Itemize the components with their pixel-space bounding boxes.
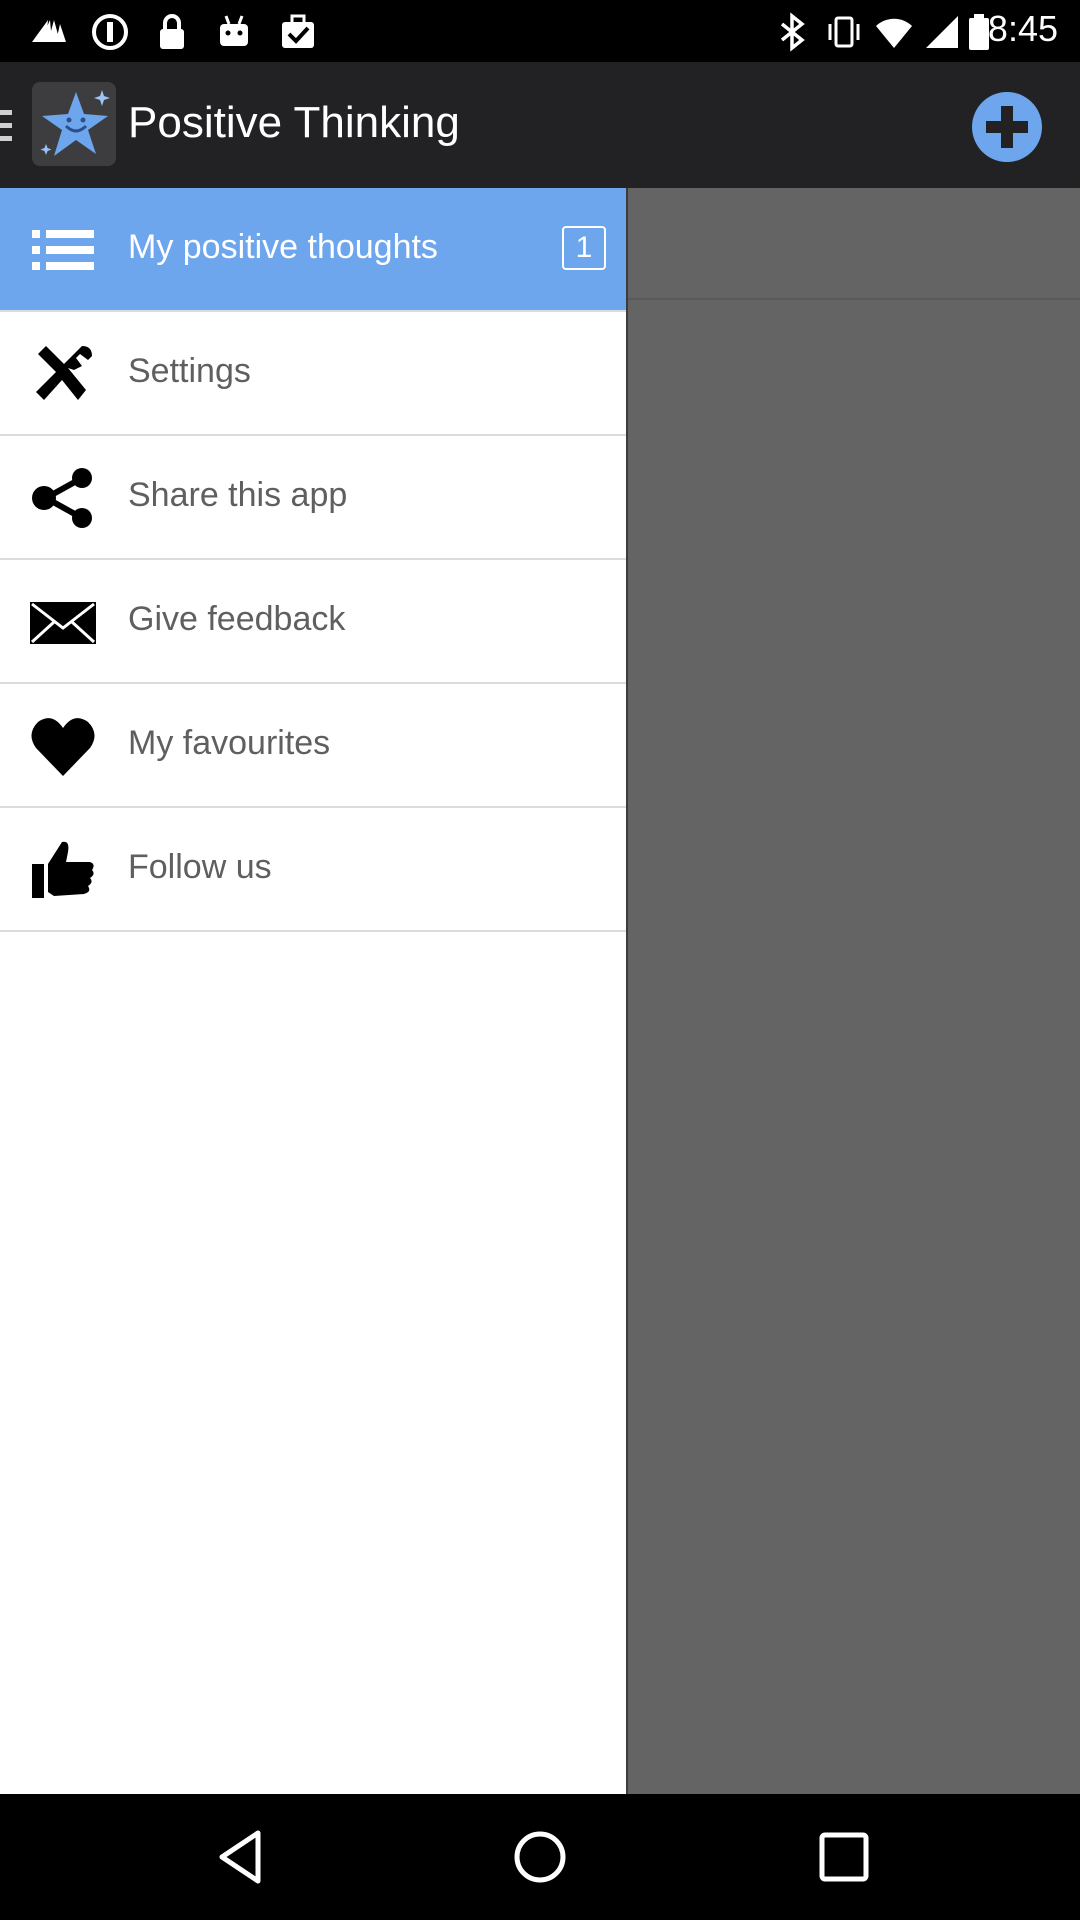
heart-icon (31, 718, 95, 776)
tools-icon (36, 346, 92, 400)
drawer-item-label: Give feedback (128, 600, 346, 638)
clock: 8:45 (987, 8, 1058, 49)
lock-icon (160, 14, 184, 49)
star-logo-icon (40, 90, 110, 156)
list-icon (32, 230, 94, 270)
thumbs-up-icon (32, 841, 94, 898)
app-title: Positive Thinking (128, 98, 460, 147)
vibrate-icon (828, 16, 860, 48)
main-content-scrim[interactable] (628, 188, 1080, 1794)
status-bar: 8:45 (0, 0, 1080, 62)
add-thought-button[interactable] (972, 92, 1042, 162)
drawer-item-share-this-app[interactable]: Share this app (0, 436, 626, 560)
drawer-toggle-icon[interactable] (0, 106, 14, 146)
fan-icon (32, 20, 66, 42)
android-icon (220, 15, 248, 46)
briefcase-check-icon (282, 14, 314, 48)
drawer-item-label: Follow us (128, 848, 272, 886)
drawer-item-give-feedback[interactable]: Give feedback (0, 560, 626, 684)
recents-icon[interactable] (814, 1827, 874, 1887)
drawer-item-my-positive-thoughts[interactable]: My positive thoughts 1 (0, 188, 626, 312)
drawer-item-label: My positive thoughts (128, 228, 438, 266)
navigation-drawer: My positive thoughts 1 Settings Share th… (0, 188, 628, 1794)
share-icon (32, 468, 92, 528)
count-badge: 1 (562, 226, 606, 270)
envelope-icon (30, 602, 96, 644)
signal-icon (926, 16, 958, 48)
bluetooth-icon (780, 12, 805, 52)
divider (628, 298, 1080, 300)
plus-circle-icon (986, 106, 1028, 148)
back-icon[interactable] (210, 1827, 270, 1887)
drawer-item-settings[interactable]: Settings (0, 312, 626, 436)
action-bar: Positive Thinking (0, 62, 1080, 188)
drawer-item-follow-us[interactable]: Follow us (0, 808, 626, 932)
drawer-item-my-favourites[interactable]: My favourites (0, 684, 626, 808)
home-icon[interactable] (510, 1827, 570, 1887)
circle-stop-icon (92, 14, 128, 50)
wifi-icon (876, 18, 912, 48)
drawer-item-label: Settings (128, 352, 251, 390)
app-logo[interactable] (32, 82, 116, 166)
system-nav-bar (0, 1794, 1080, 1920)
drawer-item-label: My favourites (128, 724, 331, 762)
drawer-item-label: Share this app (128, 476, 348, 514)
